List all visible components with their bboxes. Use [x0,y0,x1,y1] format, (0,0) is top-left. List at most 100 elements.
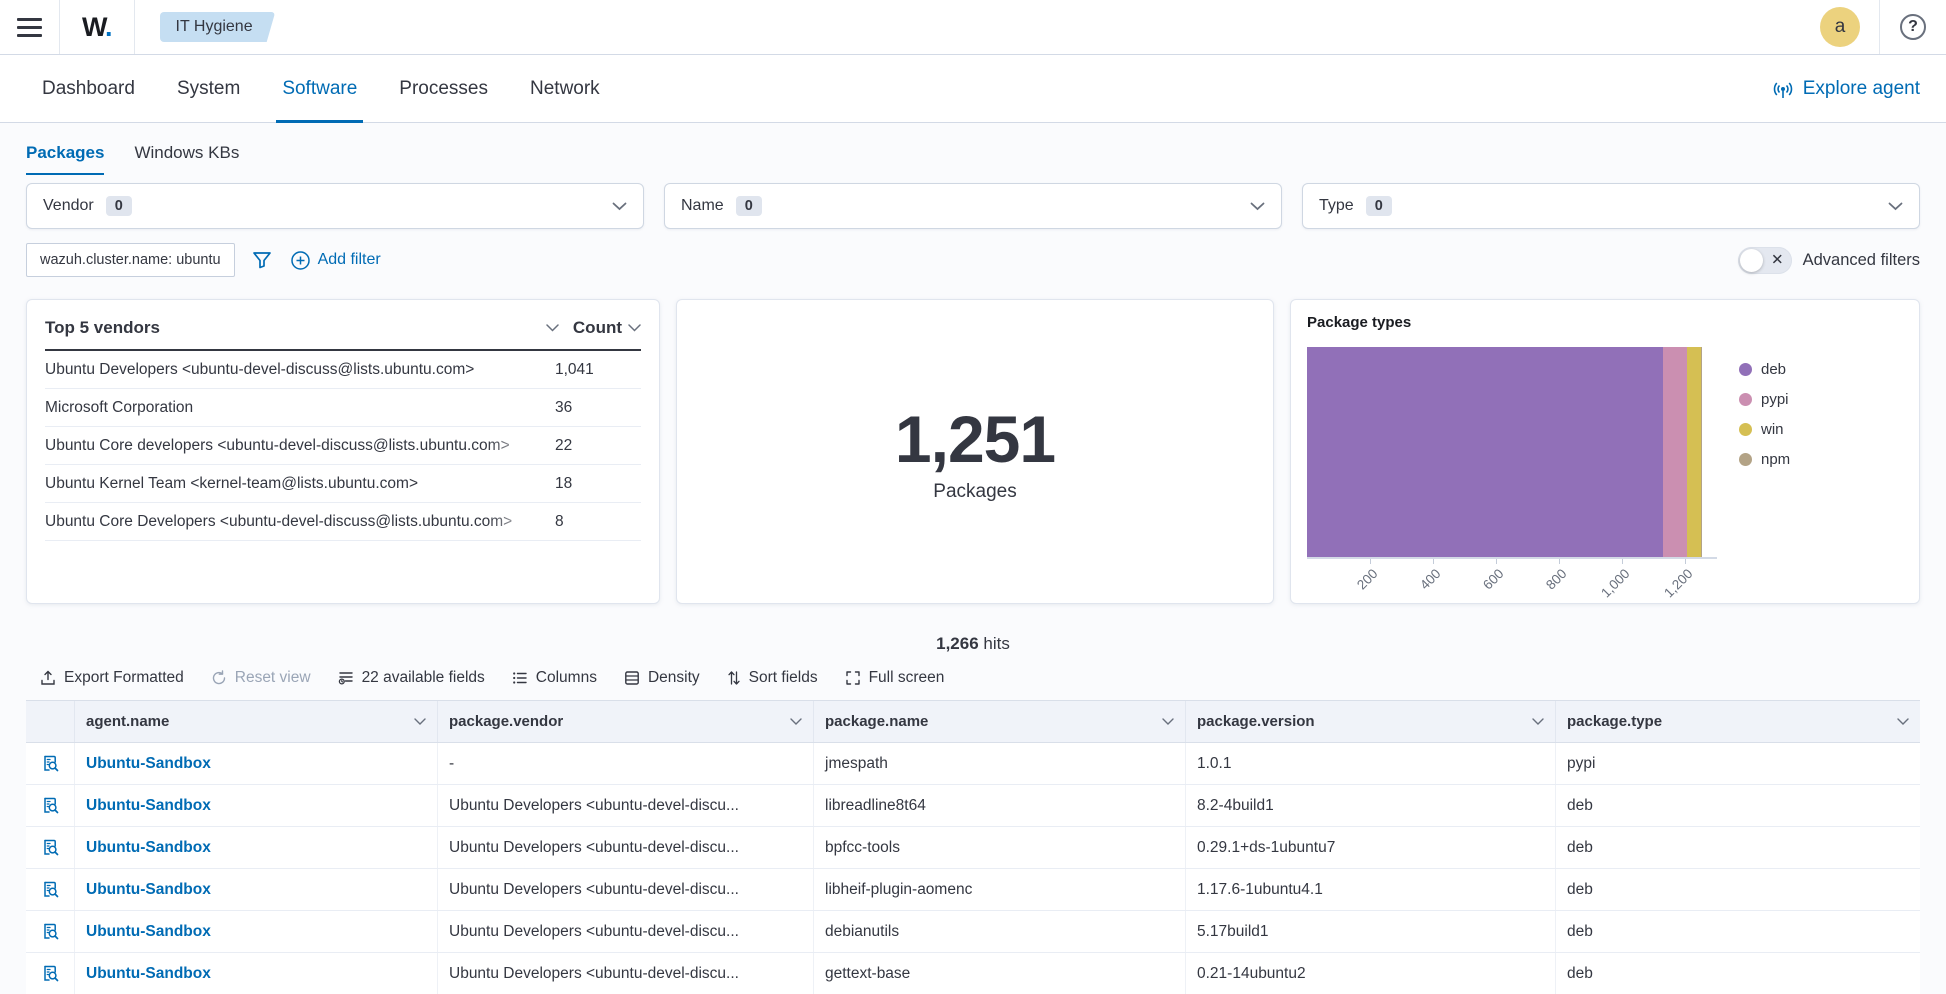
chevron-down-icon [1888,202,1903,210]
column-header-agent-name[interactable]: agent.name [74,701,437,742]
axis-tick-label: 200 [1354,566,1381,593]
sort-fields-button[interactable]: Sort fields [727,669,818,687]
tab-network[interactable]: Network [530,55,600,122]
legend-item-npm[interactable]: npm [1739,451,1790,468]
vendor-row: Ubuntu Kernel Team <kernel-team@lists.ub… [45,465,641,503]
columns-button[interactable]: Columns [512,669,597,687]
legend-item-win[interactable]: win [1739,421,1790,438]
available-fields-button[interactable]: 22 available fields [338,669,485,687]
inspect-document-button[interactable] [41,880,60,899]
agent-name-link[interactable]: Ubuntu-Sandbox [86,881,211,899]
plus-circle-icon [290,250,310,270]
inspect-document-button[interactable] [41,754,60,773]
table-row: Ubuntu-Sandbox Ubuntu Developers <ubuntu… [26,869,1920,911]
wazuh-logo[interactable]: W. [82,12,112,43]
axis-tick-mark [1496,559,1498,564]
package-types-panel: Package types 200 400 600 800 1,000 1,200 deb… [1290,299,1920,604]
package-type-cell: deb [1555,911,1920,952]
inspect-document-button[interactable] [41,796,60,815]
cluster-filter-pill[interactable]: wazuh.cluster.name: ubuntu [26,243,235,277]
vendor-select[interactable]: Vendor 0 [26,183,644,229]
inspect-document-button[interactable] [41,922,60,941]
filter-funnel-button[interactable] [252,250,272,270]
vendor-row: Microsoft Corporation 36 [45,389,641,427]
subtabs: Packages Windows KBs [0,123,1946,175]
subtab-packages[interactable]: Packages [26,143,105,175]
chevron-down-icon [1532,718,1544,725]
vendor-count-badge: 0 [105,196,132,216]
help-icon[interactable]: ? [1900,14,1926,40]
agent-name-link[interactable]: Ubuntu-Sandbox [86,755,211,773]
funnel-icon [252,252,271,269]
legend-dot [1739,393,1752,406]
legend-item-pypi[interactable]: pypi [1739,391,1790,408]
packages-total-value: 1,251 [894,401,1056,476]
explore-agent-button[interactable]: Explore agent [1772,78,1920,100]
export-icon [41,670,55,685]
package-version-cell: 1.0.1 [1185,743,1555,784]
advanced-filters-toggle[interactable]: ✕ [1737,246,1792,274]
density-icon [625,671,639,685]
inspect-document-button[interactable] [41,838,60,857]
agent-name-link[interactable]: Ubuntu-Sandbox [86,797,211,815]
table-row: Ubuntu-Sandbox Ubuntu Developers <ubuntu… [26,785,1920,827]
breadcrumb-section: IT Hygiene [135,0,282,54]
menu-icon[interactable] [17,17,42,37]
agent-name-link[interactable]: Ubuntu-Sandbox [86,965,211,983]
control-column-header [26,701,74,742]
package-name-cell: bpfcc-tools [813,827,1185,868]
reset-view-button[interactable]: Reset view [211,669,311,687]
column-header-package-version[interactable]: package.version [1185,701,1555,742]
name-select[interactable]: Name 0 [664,183,1282,229]
inspect-document-icon [43,797,58,814]
avatar[interactable]: a [1820,7,1860,47]
subtab-windows-kbs[interactable]: Windows KBs [134,143,239,175]
agent-name-link[interactable]: Ubuntu-Sandbox [86,923,211,941]
hits-count: 1,266 [936,634,979,653]
chart-x-axis: 200 400 600 800 1,000 1,200 [1307,559,1717,617]
logo-section: W. [60,0,135,54]
menu-section [0,0,60,54]
add-filter-button[interactable]: Add filter [290,250,381,270]
explore-agent-label: Explore agent [1802,77,1920,99]
column-header-package-type[interactable]: package.type [1555,701,1920,742]
sort-chevron-icon[interactable] [546,324,559,332]
tab-software[interactable]: Software [276,55,364,123]
column-header-package-vendor[interactable]: package.vendor [437,701,813,742]
package-vendor-cell: Ubuntu Developers <ubuntu-devel-discu... [437,827,813,868]
inspect-document-button[interactable] [41,964,60,983]
package-vendor-cell: Ubuntu Developers <ubuntu-devel-discu... [437,869,813,910]
chevron-down-icon [414,718,426,725]
legend-label: pypi [1761,391,1789,408]
type-count-badge: 0 [1365,196,1392,216]
legend-item-deb[interactable]: deb [1739,361,1790,378]
full-screen-button[interactable]: Full screen [845,669,944,687]
axis-tick-label: 1,200 [1661,566,1697,601]
tab-processes[interactable]: Processes [399,55,488,122]
sort-chevron-icon[interactable] [628,324,641,332]
tab-dashboard[interactable]: Dashboard [42,55,135,122]
axis-tick-mark [1685,559,1687,564]
type-select-label: Type [1319,197,1354,214]
legend-label: win [1761,421,1784,438]
type-select[interactable]: Type 0 [1302,183,1920,229]
broadcast-icon [1773,81,1793,98]
main-nav: Dashboard System Software Processes Netw… [0,55,1946,123]
column-header-package-name[interactable]: package.name [813,701,1185,742]
breadcrumb[interactable]: IT Hygiene [159,12,263,42]
density-button[interactable]: Density [624,669,700,687]
tab-system[interactable]: System [177,55,240,122]
package-vendor-cell: Ubuntu Developers <ubuntu-devel-discu... [437,785,813,826]
package-version-cell: 8.2-4build1 [1185,785,1555,826]
count-column-header[interactable]: Count [573,318,622,338]
agent-name-link[interactable]: Ubuntu-Sandbox [86,839,211,857]
chevron-down-icon [1897,718,1909,725]
filter-selects: Vendor 0 Name 0 Type 0 [26,183,1920,229]
export-formatted-button[interactable]: Export Formatted [40,669,184,687]
vendor-name: Microsoft Corporation [45,399,194,416]
axis-tick-mark [1370,559,1372,564]
package-version-cell: 5.17build1 [1185,911,1555,952]
package-name-cell: jmespath [813,743,1185,784]
package-name-cell: libheif-plugin-aomenc [813,869,1185,910]
vendor-select-label: Vendor [43,197,94,214]
